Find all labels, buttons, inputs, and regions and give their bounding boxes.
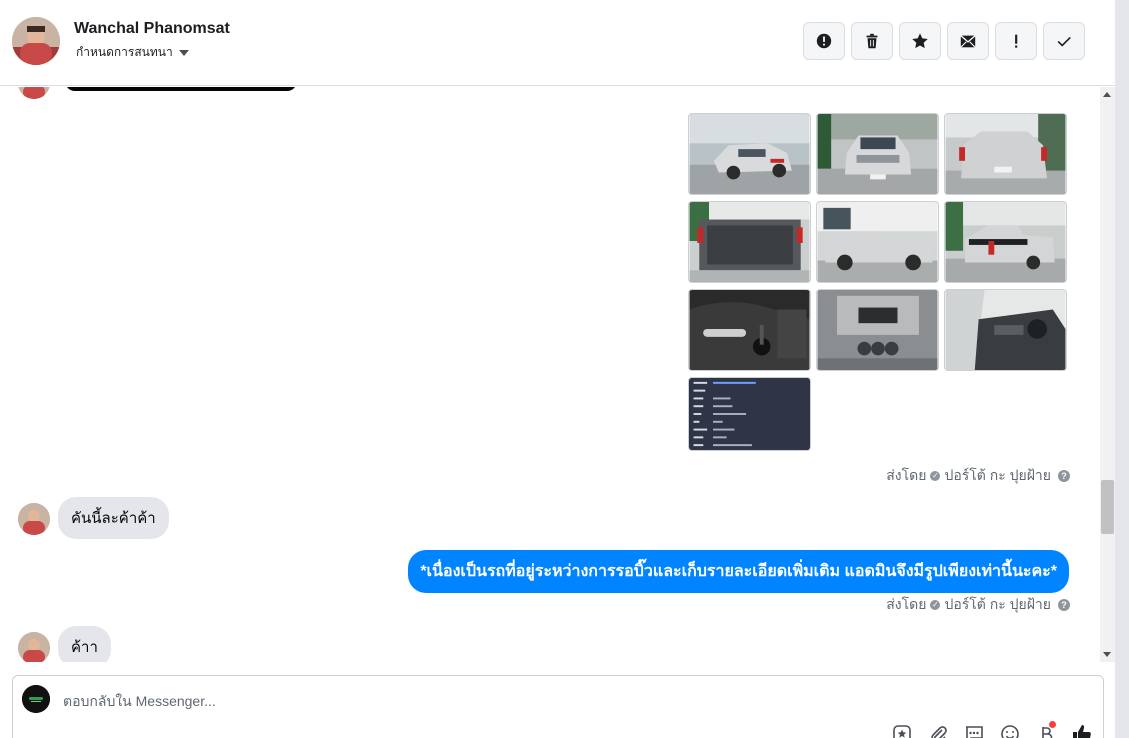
attachment-icon — [931, 726, 947, 738]
spec-sheet-image[interactable] — [688, 377, 811, 451]
page-logo-avatar — [22, 685, 50, 713]
reply-input[interactable]: ตอบกลับใน Messenger... — [63, 691, 216, 713]
sent-by-label: ส่งโดย — [886, 467, 927, 483]
message-list[interactable]: ส่งโดย ✓ ปอร์โต้ กะ ปุยฝ้าย ? คันนี้ละค้… — [0, 87, 1098, 662]
exclamation-icon — [1015, 34, 1018, 48]
mark-unread-button[interactable] — [947, 22, 989, 60]
incoming-message[interactable]: ค้าา — [58, 626, 111, 662]
caret-down-icon — [178, 49, 189, 56]
conversation-header: Wanchal Phanomsat กำหนดการสนทนา — [0, 0, 1115, 86]
car-photo[interactable] — [944, 289, 1067, 371]
mark-unread-icon — [960, 35, 976, 48]
sticker-star-icon — [893, 725, 911, 738]
car-photo[interactable] — [816, 289, 939, 371]
help-icon[interactable]: ? — [1058, 599, 1070, 611]
car-photo[interactable] — [688, 201, 811, 283]
trash-icon — [866, 33, 878, 49]
sent-by-line: ส่งโดย ✓ ปอร์โต้ กะ ปุยฝ้าย ? — [886, 594, 1070, 616]
attach-file-button[interactable] — [927, 723, 949, 738]
emoji-button[interactable] — [999, 723, 1021, 738]
like-button[interactable] — [1071, 723, 1093, 738]
messenger-inbox-thread: Wanchal Phanomsat กำหนดการสนทนา ส่งโดย ✓… — [0, 0, 1129, 738]
saved-replies-icon — [966, 726, 983, 738]
notification-dot — [1049, 721, 1056, 728]
thumbs-up-icon — [1073, 725, 1091, 738]
car-photo[interactable] — [816, 113, 939, 195]
sender-name[interactable]: ปอร์โต้ กะ ปุยฝ้าย — [944, 594, 1051, 616]
scroll-thumb[interactable] — [1101, 480, 1114, 534]
help-icon[interactable]: ? — [1058, 470, 1070, 482]
contact-avatar-small — [18, 87, 50, 99]
payment-button[interactable] — [1035, 721, 1057, 738]
star-icon — [912, 33, 928, 49]
emoji-icon — [1001, 725, 1019, 738]
car-photo[interactable] — [688, 289, 811, 371]
outgoing-message[interactable]: *เนื่องเป็นรถที่อยู่ระหว่างการรอบิ๊วและเ… — [408, 550, 1069, 593]
reply-composer[interactable]: ตอบกลับใน Messenger... — [12, 675, 1104, 738]
window-edge — [1115, 0, 1129, 738]
star-button[interactable] — [899, 22, 941, 60]
sender-name[interactable]: ปอร์โต้ กะ ปุยฝ้าย — [944, 465, 1051, 487]
car-photo[interactable] — [944, 201, 1067, 283]
contact-avatar-small — [18, 503, 50, 535]
contact-avatar-small — [18, 632, 50, 662]
sent-by-line: ส่งโดย ✓ ปอร์โต้ กะ ปุยฝ้าย ? — [886, 465, 1070, 487]
car-photo[interactable] — [688, 113, 811, 195]
car-photo[interactable] — [944, 113, 1067, 195]
sticker-button[interactable] — [891, 723, 913, 738]
message-list-scrollbar[interactable] — [1100, 87, 1115, 662]
composer-toolbar — [891, 721, 1093, 738]
verified-check-icon: ✓ — [930, 471, 941, 481]
scroll-up-arrow-icon[interactable] — [1103, 92, 1111, 97]
verified-check-icon: ✓ — [930, 600, 941, 610]
done-button[interactable] — [1043, 22, 1085, 60]
check-icon — [1057, 36, 1071, 47]
spam-button[interactable] — [803, 22, 845, 60]
conversation-settings-dropdown[interactable]: กำหนดการสนทนา — [76, 43, 189, 62]
contact-name[interactable]: Wanchal Phanomsat — [74, 20, 230, 38]
car-photo[interactable] — [816, 201, 939, 283]
conversation-settings-label: กำหนดการสนทนา — [76, 45, 173, 59]
contact-avatar[interactable] — [12, 17, 60, 65]
previous-message-bubble[interactable] — [65, 87, 297, 91]
follow-up-button[interactable] — [995, 22, 1037, 60]
sent-by-label: ส่งโดย — [886, 596, 927, 612]
incoming-message[interactable]: คันนี้ละค้าค้า — [58, 497, 169, 539]
header-actions — [803, 22, 1085, 60]
delete-button[interactable] — [851, 22, 893, 60]
alert-circle-icon — [816, 33, 832, 49]
saved-replies-button[interactable] — [963, 723, 985, 738]
scroll-down-arrow-icon[interactable] — [1103, 652, 1111, 657]
